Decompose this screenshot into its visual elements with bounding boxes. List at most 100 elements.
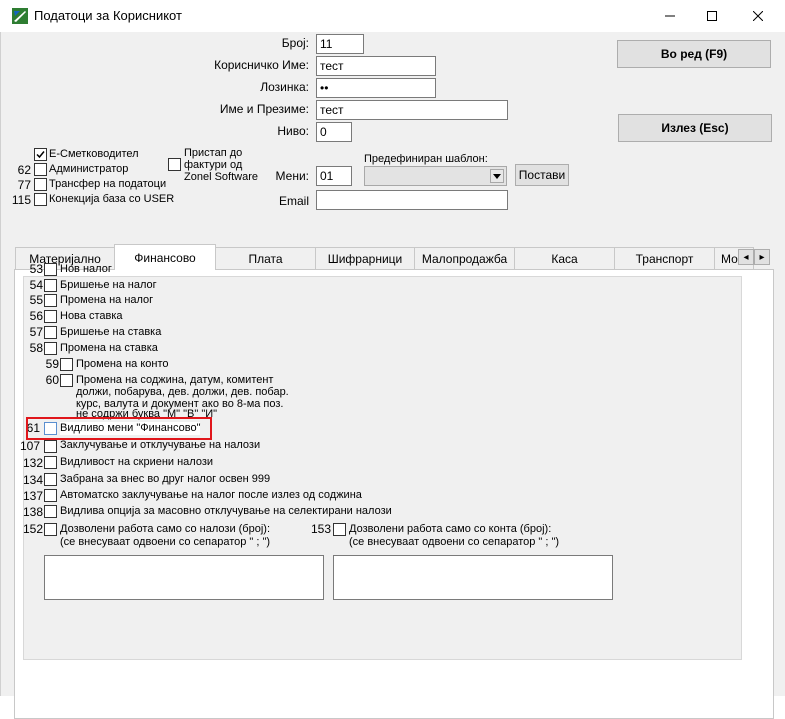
perm-checkbox-53[interactable] <box>44 263 57 276</box>
form-client-area: Во ред (F9) Излез (Esc) Број: 11 Корисни… <box>0 32 785 719</box>
perm-checkbox-54[interactable] <box>44 279 57 292</box>
email-field[interactable] <box>316 190 508 210</box>
arrow-left-icon: ◂ <box>743 251 749 263</box>
transfer-label: Трансфер на податоци <box>49 178 167 190</box>
perm-num-56: 56 <box>29 309 43 323</box>
perm-label-58: Промена на ставка <box>60 342 158 354</box>
exit-button[interactable]: Излез (Esc) <box>618 114 772 142</box>
tab-finansovo[interactable]: Финансово <box>114 244 216 270</box>
postavi-button[interactable]: Постави <box>515 164 569 186</box>
transfer-checkbox[interactable] <box>34 178 47 191</box>
title-bar: Податоци за Корисникот <box>0 0 785 32</box>
perm-checkbox-55[interactable] <box>44 294 57 307</box>
ime-prezime-field[interactable]: тест <box>316 100 508 120</box>
check-num-62: 62 <box>17 163 31 177</box>
perm-label-56: Нова ставка <box>60 310 123 322</box>
perm-num-58: 58 <box>29 341 43 355</box>
perm-label-138: Видлива опција за масовно отклучување на… <box>60 505 392 517</box>
sablon-select[interactable] <box>364 166 507 186</box>
tab-transport[interactable]: Транспорт <box>614 247 715 269</box>
tab-scroll-right-button[interactable]: ▸ <box>754 249 770 265</box>
ok-button[interactable]: Во ред (F9) <box>617 40 771 68</box>
window-title: Податоци за Корисникот <box>34 8 182 23</box>
perm-checkbox-134[interactable] <box>44 473 57 486</box>
lozinka-field[interactable]: •• <box>316 78 436 98</box>
konekcija-checkbox[interactable] <box>34 193 47 206</box>
perm-num-153: 153 <box>310 522 331 536</box>
app-logo-icon <box>12 8 28 24</box>
broj-label: Број: <box>281 36 309 50</box>
korisnicko-ime-label: Корисничко Име: <box>214 58 309 72</box>
pristap-checkbox[interactable] <box>168 158 181 171</box>
perm-checkbox-59[interactable] <box>60 358 73 371</box>
korisnicko-ime-field[interactable]: тест <box>316 56 436 76</box>
perm-label-55: Промена на налог <box>60 294 154 306</box>
broj-field[interactable]: 11 <box>316 34 364 54</box>
perm-checkbox-60[interactable] <box>60 374 73 387</box>
perm-note-153: (се внесуваат одвоени со сепаратор " ; "… <box>349 536 560 548</box>
perm-checkbox-57[interactable] <box>44 326 57 339</box>
perm-label-107: Заклучување и отклучување на налози <box>60 439 261 451</box>
pristap-line3: Zonel Software <box>184 171 258 183</box>
perm-checkbox-153[interactable] <box>333 523 346 536</box>
perm-num-53: 53 <box>29 262 43 276</box>
checkmark-icon <box>36 151 45 159</box>
perm-label-152: Дозволени работа само со налози (број): <box>60 523 271 535</box>
perm-label-57: Бришење на ставка <box>60 326 162 338</box>
check-num-77: 77 <box>17 178 31 192</box>
perm-label-54: Бришење на налог <box>60 279 157 291</box>
perm-num-134: 134 <box>22 473 43 487</box>
perm-num-138: 138 <box>22 505 43 519</box>
perm-label-153: Дозволени работа само со конта (број): <box>349 523 552 535</box>
meni-label: Мени: <box>275 169 309 183</box>
perm-num-132: 132 <box>22 456 43 470</box>
perm-num-57: 57 <box>29 325 43 339</box>
nivo-field[interactable]: 0 <box>316 122 352 142</box>
chevron-down-icon <box>493 173 501 179</box>
arrow-right-icon: ▸ <box>759 251 765 263</box>
perm-num-55: 55 <box>29 293 43 307</box>
perm-checkbox-138[interactable] <box>44 505 57 518</box>
perm-checkbox-137[interactable] <box>44 489 57 502</box>
perm-label-53: Нов налог <box>60 263 112 275</box>
perm-num-137: 137 <box>22 489 43 503</box>
minimize-icon <box>665 15 675 17</box>
nivo-label: Ниво: <box>277 124 309 138</box>
perm-label-137: Автоматско заклучување на налог после из… <box>60 489 362 501</box>
perm-note-152: (се внесуваат одвоени со сепаратор " ; "… <box>60 536 271 548</box>
sablon-label: Предефиниран шаблон: <box>364 153 488 165</box>
perm-checkbox-152[interactable] <box>44 523 57 536</box>
check-num-115: 115 <box>11 193 31 207</box>
sablon-dropdown-button[interactable] <box>490 169 504 183</box>
perm-checkbox-56[interactable] <box>44 310 57 323</box>
administrator-checkbox[interactable] <box>34 163 47 176</box>
perm-checkbox-58[interactable] <box>44 342 57 355</box>
nalozi-textarea[interactable] <box>44 555 324 600</box>
perm-num-60: 60 <box>45 373 59 387</box>
close-icon <box>753 11 763 21</box>
konekcija-label: Конекција база со USER <box>49 193 175 205</box>
minimize-button[interactable] <box>647 0 693 32</box>
perm-label-134: Забрана за внес во друг налог освен 999 <box>60 473 271 485</box>
perm-label-132: Видливост на скриени налози <box>60 456 214 468</box>
tab-kasa[interactable]: Каса <box>514 247 615 269</box>
perm-label-59: Промена на конто <box>76 358 169 370</box>
highlight-box <box>26 417 212 440</box>
perm-checkbox-107[interactable] <box>44 440 57 453</box>
tab-scroll-left-button[interactable]: ◂ <box>738 249 754 265</box>
e-smetkovoditel-checkbox[interactable] <box>34 148 47 161</box>
perm-num-152: 152 <box>22 522 43 536</box>
close-button[interactable] <box>735 0 781 32</box>
tab-plata[interactable]: Плата <box>215 247 316 269</box>
administrator-label: Администратор <box>49 163 129 175</box>
ime-prezime-label: Име и Презиме: <box>219 102 309 116</box>
tab-sifrarnici[interactable]: Шифрарници <box>315 247 415 269</box>
meni-field[interactable]: 01 <box>316 166 352 186</box>
email-label: Email <box>278 194 309 208</box>
perm-checkbox-132[interactable] <box>44 456 57 469</box>
tab-maloprodazba[interactable]: Малопродажба <box>414 247 515 269</box>
konta-textarea[interactable] <box>333 555 613 600</box>
maximize-button[interactable] <box>689 0 735 32</box>
perm-num-59: 59 <box>45 357 59 371</box>
lozinka-label: Лозинка: <box>260 80 309 94</box>
